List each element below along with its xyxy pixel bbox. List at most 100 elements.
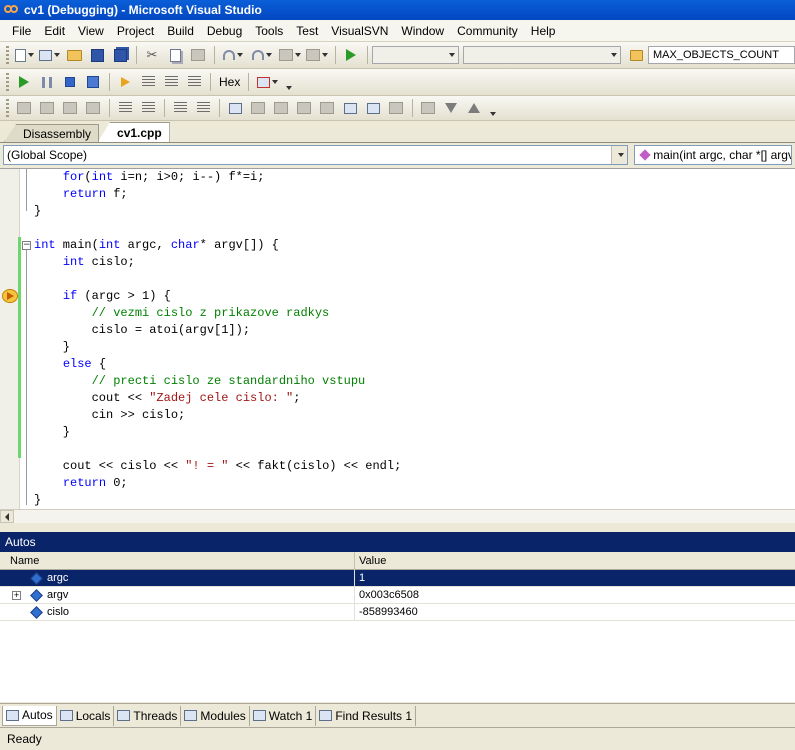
move-icon[interactable] [417, 98, 439, 118]
member-dropdown[interactable]: main(int argc, char *[] argv [634, 145, 792, 165]
complete-word-icon[interactable] [82, 98, 104, 118]
editor-horizontal-scrollbar[interactable] [0, 509, 795, 523]
variable-value[interactable]: -858993460 [355, 604, 418, 620]
navigate-forward-icon[interactable] [304, 45, 330, 65]
menu-window[interactable]: Window [395, 22, 450, 40]
expand-icon[interactable]: + [12, 590, 21, 600]
tab-disassembly[interactable]: Disassembly [4, 124, 100, 142]
code-line[interactable] [34, 220, 401, 237]
menu-file[interactable]: File [6, 22, 37, 40]
code-line[interactable]: } [34, 339, 401, 356]
uncomment-icon[interactable] [192, 98, 214, 118]
restart-icon[interactable] [82, 72, 104, 92]
paste-icon[interactable] [187, 45, 209, 65]
toolbar-grip[interactable] [6, 73, 9, 91]
source-code[interactable]: for(int i=n; i>0; i--) f*=i; return f;} i… [34, 169, 401, 509]
step-into-icon[interactable] [137, 72, 159, 92]
breakpoints-window-icon[interactable] [253, 72, 281, 92]
previous-bookmark-icon[interactable] [247, 98, 269, 118]
toolbar-grip[interactable] [6, 99, 9, 117]
code-line[interactable]: // precti cislo ze standardniho vstupu [34, 373, 401, 390]
continue-icon[interactable] [340, 45, 362, 65]
tab-cv1-cpp[interactable]: cv1.cpp [98, 122, 170, 142]
stop-debugging-icon[interactable] [59, 72, 81, 92]
code-line[interactable]: int cislo; [34, 254, 401, 271]
code-line[interactable]: return f; [34, 186, 401, 203]
next-bookmark-in-folder-icon[interactable] [316, 98, 338, 118]
menu-project[interactable]: Project [111, 22, 160, 40]
step-out-icon[interactable] [183, 72, 205, 92]
clear-bookmarks-icon[interactable] [385, 98, 407, 118]
code-line[interactable]: int main(int argc, char* argv[]) { [34, 237, 401, 254]
column-header-value[interactable]: Value [355, 552, 795, 570]
display-quick-info-icon[interactable] [59, 98, 81, 118]
code-line[interactable] [34, 271, 401, 288]
scroll-left-icon[interactable] [0, 510, 14, 523]
menu-visualsvn[interactable]: VisualSVN [325, 22, 394, 40]
scope-dropdown[interactable]: (Global Scope) [3, 145, 629, 165]
toolbar-options-icon[interactable] [488, 98, 496, 118]
increase-indent-icon[interactable] [137, 98, 159, 118]
undo-icon[interactable] [219, 45, 247, 65]
comment-out-icon[interactable] [169, 98, 191, 118]
add-item-icon[interactable] [36, 45, 62, 65]
code-line[interactable]: } [34, 203, 401, 220]
column-header-name[interactable]: Name [0, 552, 355, 570]
open-file-icon[interactable] [63, 45, 85, 65]
new-project-icon[interactable] [13, 45, 35, 65]
code-line[interactable]: for(int i=n; i>0; i--) f*=i; [34, 169, 401, 186]
cut-icon[interactable]: ✂ [141, 45, 163, 65]
menu-build[interactable]: Build [161, 22, 200, 40]
code-line[interactable] [34, 441, 401, 458]
code-line[interactable]: cout << cislo << "! = " << fakt(cislo) <… [34, 458, 401, 475]
tab-locals[interactable]: Locals [57, 705, 115, 726]
code-line[interactable]: cout << "Zadej cele cislo: "; [34, 390, 401, 407]
decrease-indent-icon[interactable] [114, 98, 136, 118]
find-combo-input[interactable]: MAX_OBJECTS_COUNT [648, 46, 795, 64]
toggle-bookmark-icon[interactable] [224, 98, 246, 118]
variable-value[interactable]: 0x003c6508 [355, 587, 419, 603]
chevron-down-icon[interactable] [611, 146, 628, 164]
copy-icon[interactable] [164, 45, 186, 65]
move-up-icon[interactable] [463, 98, 485, 118]
solution-platform-dropdown[interactable] [463, 46, 621, 64]
collapse-icon[interactable]: − [22, 241, 31, 250]
show-next-statement-icon[interactable] [114, 72, 136, 92]
toolbar-grip[interactable] [6, 46, 9, 64]
previous-bookmark-in-document-icon[interactable] [339, 98, 361, 118]
continue-icon[interactable] [13, 72, 35, 92]
menu-debug[interactable]: Debug [201, 22, 248, 40]
step-over-icon[interactable] [160, 72, 182, 92]
display-parameter-info-icon[interactable] [36, 98, 58, 118]
next-bookmark-icon[interactable] [270, 98, 292, 118]
code-editor[interactable]: − for(int i=n; i>0; i--) f*=i; return f;… [0, 168, 795, 509]
solution-configuration-dropdown[interactable] [372, 46, 459, 64]
autos-row-cislo[interactable]: cislo -858993460 [0, 604, 795, 621]
menu-test[interactable]: Test [290, 22, 324, 40]
code-line[interactable]: } [34, 492, 401, 509]
autos-row-argv[interactable]: + argv 0x003c6508 [0, 587, 795, 604]
tab-autos[interactable]: Autos [2, 705, 57, 726]
tab-modules[interactable]: Modules [181, 705, 250, 726]
previous-bookmark-in-folder-icon[interactable] [293, 98, 315, 118]
break-all-icon[interactable] [36, 72, 58, 92]
code-line[interactable]: cislo = atoi(argv[1]); [34, 322, 401, 339]
menu-help[interactable]: Help [525, 22, 562, 40]
save-icon[interactable] [86, 45, 108, 65]
indicator-margin[interactable] [0, 169, 20, 509]
tab-threads[interactable]: Threads [114, 705, 182, 726]
toolbar-options-icon[interactable] [284, 72, 293, 92]
autos-grid[interactable]: Name Value argc 1 + argv 0x003c6508 cislo -858… [0, 552, 795, 702]
tab-find-results-1[interactable]: Find Results 1 [316, 705, 417, 726]
autos-row-argc[interactable]: argc 1 [0, 570, 795, 587]
display-object-member-list-icon[interactable] [13, 98, 35, 118]
navigate-backward-icon[interactable] [277, 45, 303, 65]
move-down-icon[interactable] [440, 98, 462, 118]
menu-edit[interactable]: Edit [38, 22, 71, 40]
find-in-files-icon[interactable] [625, 45, 647, 65]
tab-watch-1[interactable]: Watch 1 [250, 705, 317, 726]
code-line[interactable]: else { [34, 356, 401, 373]
code-line[interactable]: // vezmi cislo z prikazove radkys [34, 305, 401, 322]
menu-community[interactable]: Community [451, 22, 524, 40]
menu-tools[interactable]: Tools [249, 22, 289, 40]
